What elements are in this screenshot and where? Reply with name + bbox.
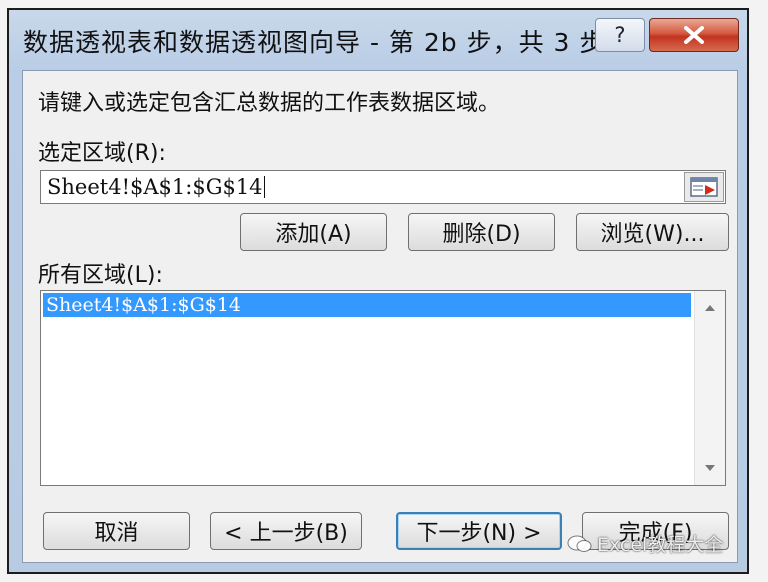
scroll-down-icon[interactable] [705, 465, 715, 471]
range-input-value: Sheet4!$A$1:$G$14 [47, 175, 263, 199]
list-item[interactable]: Sheet4!$A$1:$G$14 [43, 293, 691, 317]
range-input[interactable]: Sheet4!$A$1:$G$14 [40, 170, 726, 204]
back-button[interactable]: < 上一步(B) [210, 512, 362, 550]
scroll-up-icon[interactable] [705, 305, 715, 311]
next-button[interactable]: 下一步(N) > [396, 512, 562, 550]
chat-bubble-icon [567, 535, 592, 552]
help-icon: ? [614, 23, 626, 47]
all-ranges-label-text: 所有区域 [38, 263, 127, 288]
title-bar[interactable]: 数据透视表和数据透视图向导 - 第 2b 步，共 3 步 ? [9, 10, 747, 70]
range-label-suffix: : [158, 141, 166, 166]
instruction-text: 请键入或选定包含汇总数据的工作表数据区域。 [38, 91, 501, 116]
pivot-wizard-dialog: 数据透视表和数据透视图向导 - 第 2b 步，共 3 步 ? 请键入或选定包含汇… [7, 8, 749, 574]
watermark-text: Excel教程大全 [597, 534, 724, 556]
help-button[interactable]: ? [595, 18, 645, 52]
dialog-title: 数据透视表和数据透视图向导 - 第 2b 步，共 3 步 [23, 28, 606, 57]
all-ranges-label-key: (L) [126, 263, 156, 288]
add-button[interactable]: 添加(A) [240, 213, 387, 251]
list-scrollbar[interactable] [694, 291, 725, 485]
range-select-icon [690, 177, 718, 197]
all-ranges-label-suffix: : [155, 263, 163, 288]
range-label: 选定区域(R): [38, 135, 166, 167]
watermark: Excel教程大全 [567, 530, 723, 557]
collapse-dialog-button[interactable] [684, 172, 724, 202]
all-ranges-label: 所有区域(L): [38, 257, 163, 289]
close-icon [684, 26, 704, 44]
range-label-text: 选定区域 [38, 141, 127, 166]
text-caret [263, 176, 265, 198]
dialog-body: 请键入或选定包含汇总数据的工作表数据区域。 选定区域(R): Sheet4!$A… [22, 70, 738, 563]
cancel-button[interactable]: 取消 [43, 512, 190, 550]
all-ranges-list[interactable]: Sheet4!$A$1:$G$14 [40, 290, 726, 486]
delete-button[interactable]: 删除(D) [408, 213, 555, 251]
browse-button[interactable]: 浏览(W)... [576, 213, 729, 251]
close-button[interactable] [649, 18, 739, 52]
range-label-key: (R) [126, 141, 159, 166]
